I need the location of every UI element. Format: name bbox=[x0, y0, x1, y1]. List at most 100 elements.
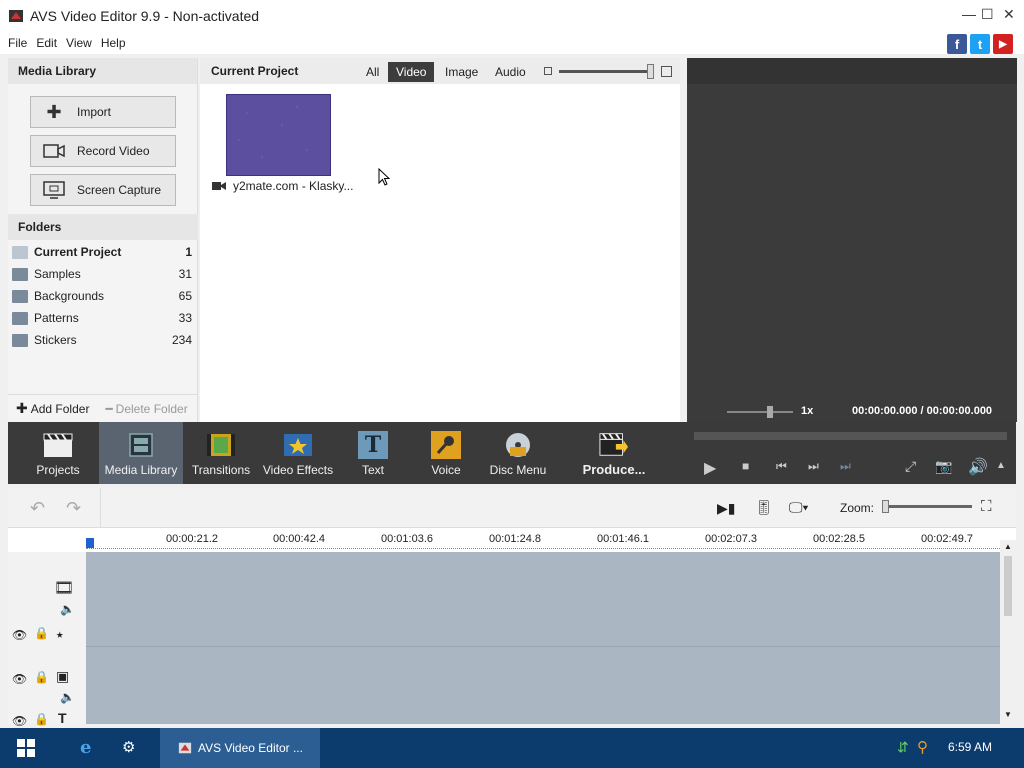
taskbar-app-label: AVS Video Editor ... bbox=[198, 741, 303, 755]
folder-patterns[interactable]: Patterns 33 bbox=[8, 307, 198, 329]
storyboard-icon[interactable]: ▶▮ bbox=[717, 500, 735, 517]
search-icon[interactable]: ⚲ bbox=[917, 738, 928, 756]
tool-produce-label: Produce... bbox=[582, 462, 646, 477]
ruler-label: 00:01:24.8 bbox=[489, 533, 541, 545]
filter-all[interactable]: All bbox=[358, 62, 387, 82]
eye-icon[interactable]: 👁 bbox=[12, 672, 27, 686]
windows-start-icon[interactable] bbox=[17, 739, 35, 757]
control-panel-icon[interactable]: ⚙ bbox=[122, 738, 135, 756]
folder-backgrounds[interactable]: Backgrounds 65 bbox=[8, 285, 198, 307]
audio-mute-icon[interactable]: 🔈 bbox=[60, 602, 75, 616]
stop-icon[interactable]: ■ bbox=[742, 459, 749, 473]
eye-icon[interactable]: 👁 bbox=[12, 628, 27, 642]
delete-folder-button[interactable]: ━ Delete Folder bbox=[105, 402, 187, 416]
audio-mute-icon[interactable]: 🔈 bbox=[60, 690, 75, 704]
screen-capture-label: Screen Capture bbox=[77, 183, 162, 197]
folder-count: 65 bbox=[178, 289, 192, 303]
current-project-panel: Current Project All Video Image Audio y2… bbox=[200, 58, 680, 422]
menu-view[interactable]: View bbox=[66, 36, 92, 50]
playhead-marker[interactable] bbox=[86, 538, 94, 548]
lock-icon[interactable]: 🔒 bbox=[34, 670, 49, 684]
minimize-icon[interactable]: — bbox=[962, 6, 976, 22]
tool-text[interactable]: T Text bbox=[337, 422, 409, 484]
scroll-down-icon[interactable]: ▼ bbox=[1004, 710, 1012, 719]
volume-icon[interactable]: 🔊 bbox=[968, 457, 988, 477]
media-library-icon bbox=[126, 431, 156, 459]
play-icon[interactable]: ▶ bbox=[704, 458, 716, 478]
tool-video-effects[interactable]: Video Effects bbox=[260, 422, 336, 484]
zoom-slider[interactable] bbox=[882, 500, 972, 513]
redo-icon[interactable]: ↷ bbox=[66, 498, 81, 519]
close-icon[interactable]: ✕ bbox=[1003, 6, 1015, 23]
previous-frame-icon[interactable]: ⏮ bbox=[776, 459, 787, 474]
folder-current-project[interactable]: Current Project 1 bbox=[8, 241, 198, 263]
fit-timeline-icon[interactable]: ⛶ bbox=[981, 498, 992, 515]
audio-mixer-icon[interactable]: 🎚 bbox=[755, 499, 773, 516]
speed-slider[interactable] bbox=[727, 406, 793, 418]
video-camera-icon bbox=[212, 182, 226, 190]
timeline-ruler[interactable]: 00:00:21.2 00:00:42.4 00:01:03.6 00:01:2… bbox=[8, 528, 1016, 552]
small-thumb-icon[interactable] bbox=[544, 67, 552, 75]
video-thumbnail[interactable] bbox=[226, 94, 331, 176]
ruler-label: 00:01:03.6 bbox=[381, 533, 433, 545]
filter-audio[interactable]: Audio bbox=[487, 62, 534, 82]
add-folder-button[interactable]: ✚ Add Folder bbox=[16, 400, 89, 417]
twitter-icon[interactable]: t bbox=[970, 34, 990, 54]
microphone-icon bbox=[431, 431, 461, 459]
timeline-tracks[interactable] bbox=[86, 552, 1000, 724]
next-frame-icon[interactable]: ⏭ bbox=[808, 459, 819, 474]
tool-media-library[interactable]: Media Library bbox=[99, 422, 183, 484]
tool-projects[interactable]: Projects bbox=[18, 422, 98, 484]
thumbnail-size-slider[interactable] bbox=[559, 64, 654, 79]
scroll-up-icon[interactable]: ▲ bbox=[1004, 542, 1012, 551]
large-thumb-icon[interactable] bbox=[661, 66, 672, 77]
folder-icon bbox=[12, 267, 28, 281]
tool-media-library-label: Media Library bbox=[104, 463, 178, 477]
volume-menu-icon[interactable]: ▲ bbox=[996, 460, 1006, 471]
maximize-icon[interactable]: ☐ bbox=[981, 6, 994, 23]
project-title: Current Project bbox=[211, 64, 299, 78]
display-options-icon[interactable]: 🖵▾ bbox=[789, 499, 808, 516]
record-video-button[interactable]: Record Video bbox=[30, 135, 176, 167]
video-item[interactable]: y2mate.com - Klasky... bbox=[212, 179, 353, 193]
filter-image[interactable]: Image bbox=[437, 62, 486, 82]
tool-transitions[interactable]: Transitions bbox=[183, 422, 259, 484]
timeline-scrollbar[interactable]: ▲ ▼ bbox=[1000, 540, 1016, 724]
screen-capture-button[interactable]: Screen Capture bbox=[30, 174, 176, 206]
undo-icon[interactable]: ↶ bbox=[30, 498, 45, 519]
eye-icon[interactable]: 👁 bbox=[12, 714, 27, 728]
menu-file[interactable]: File bbox=[8, 36, 27, 50]
zoom-slider-handle[interactable] bbox=[882, 500, 889, 513]
import-button[interactable]: ✚ Import bbox=[30, 96, 176, 128]
slider-handle[interactable] bbox=[647, 64, 654, 79]
internet-explorer-icon[interactable]: e bbox=[80, 737, 91, 758]
filter-video[interactable]: Video bbox=[388, 62, 435, 82]
folder-name: Backgrounds bbox=[34, 289, 105, 303]
folder-icon bbox=[12, 245, 28, 259]
network-icon[interactable]: ⇵ bbox=[897, 739, 909, 756]
fullscreen-icon[interactable]: ⤢ bbox=[905, 458, 916, 475]
folder-stickers[interactable]: Stickers 234 bbox=[8, 329, 198, 351]
import-label: Import bbox=[77, 105, 112, 119]
tool-disc-menu[interactable]: Disc Menu bbox=[483, 422, 553, 484]
playback-progress-bar[interactable] bbox=[694, 432, 1007, 440]
split-icon[interactable]: ⏭ bbox=[840, 459, 851, 474]
overlay-track-icon: ▣ bbox=[56, 668, 70, 684]
menu-help[interactable]: Help bbox=[101, 36, 126, 50]
ruler-label: 00:00:21.2 bbox=[166, 533, 218, 545]
speed-slider-handle[interactable] bbox=[767, 406, 773, 418]
tool-voice-label: Voice bbox=[431, 463, 461, 477]
scrollbar-thumb[interactable] bbox=[1004, 556, 1012, 616]
snapshot-icon[interactable]: 📷 bbox=[935, 458, 952, 475]
facebook-icon[interactable]: f bbox=[947, 34, 967, 54]
menu-edit[interactable]: Edit bbox=[36, 36, 57, 50]
youtube-icon[interactable]: ▶ bbox=[993, 34, 1013, 54]
tool-produce[interactable]: Produce... bbox=[574, 422, 654, 484]
tool-voice[interactable]: Voice bbox=[410, 422, 482, 484]
clock: 6:59 AM bbox=[948, 740, 993, 754]
lock-icon[interactable]: 🔒 bbox=[34, 626, 49, 640]
folder-samples[interactable]: Samples 31 bbox=[8, 263, 198, 285]
taskbar-app-button[interactable]: AVS Video Editor ... bbox=[160, 728, 320, 768]
tool-video-effects-label: Video Effects bbox=[262, 463, 334, 477]
lock-icon[interactable]: 🔒 bbox=[34, 712, 49, 726]
